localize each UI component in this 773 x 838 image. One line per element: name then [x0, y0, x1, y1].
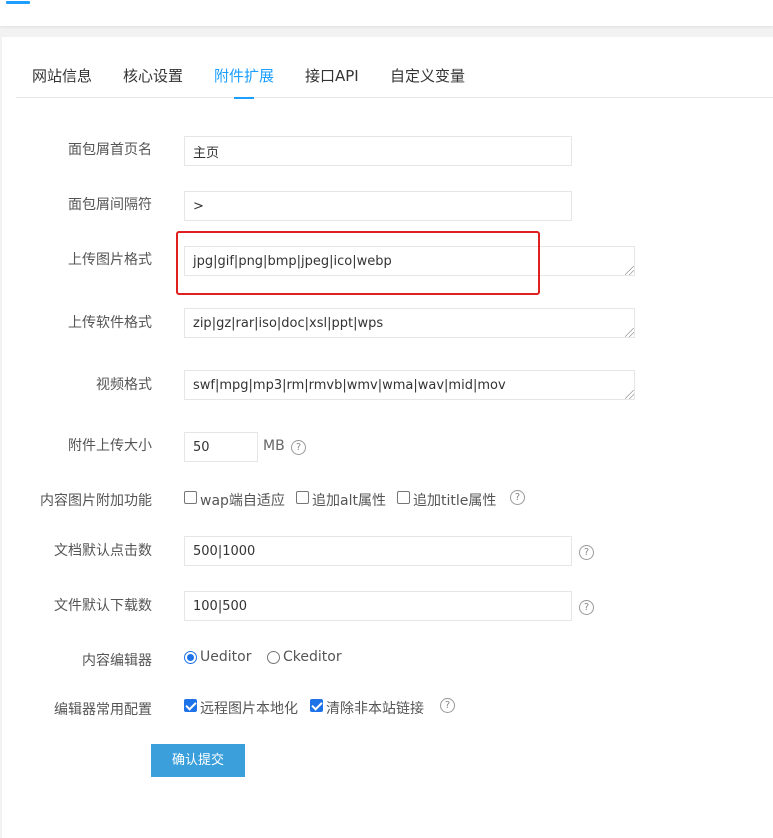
- doc-default-clicks-input[interactable]: [184, 536, 572, 566]
- append-alt-checkbox[interactable]: [296, 491, 309, 504]
- ckeditor-radio[interactable]: [267, 651, 280, 664]
- file-default-downloads-label: 文件默认下载数: [54, 598, 152, 614]
- remote-image-localize-checkbox[interactable]: [184, 699, 197, 712]
- upload-software-formats-textarea[interactable]: zip|gz|rar|iso|doc|xsl|ppt|wps: [184, 308, 635, 338]
- upload-size-input[interactable]: [184, 432, 258, 462]
- upload-image-formats-wrap: jpg|gif|png|bmp|jpeg|ico|webp: [184, 246, 635, 276]
- hamburger-menu-icon[interactable]: [6, 0, 30, 10]
- help-icon[interactable]: ?: [510, 490, 525, 505]
- clear-external-links-checkbox[interactable]: [310, 699, 323, 712]
- tab-core-settings[interactable]: 核心设置: [123, 65, 183, 86]
- upload-size-unit: MB: [263, 438, 285, 454]
- submit-button[interactable]: 确认提交: [151, 744, 245, 777]
- breadcrumb-separator-input[interactable]: [184, 191, 572, 221]
- append-title-label: 追加title属性: [413, 493, 497, 509]
- upload-image-formats-label: 上传图片格式: [68, 252, 152, 268]
- append-alt-label: 追加alt属性: [312, 493, 386, 509]
- upload-software-formats-wrap: zip|gz|rar|iso|doc|xsl|ppt|wps: [184, 308, 635, 338]
- help-icon[interactable]: ?: [579, 600, 594, 615]
- tab-site-info[interactable]: 网站信息: [32, 65, 92, 86]
- help-icon[interactable]: ?: [440, 698, 455, 713]
- tab-api[interactable]: 接口API: [305, 65, 359, 86]
- content-image-extra-label: 内容图片附加功能: [40, 493, 152, 509]
- video-formats-wrap: swf|mpg|mp3|rm|rmvb|wmv|wma|wav|mid|mov: [184, 370, 635, 400]
- wap-adaptive-checkbox[interactable]: [184, 491, 197, 504]
- settings-panel: 网站信息 核心设置 附件扩展 接口API 自定义变量 面包屑首页名 面包屑间隔符…: [2, 37, 773, 838]
- top-bar: [0, 0, 773, 26]
- breadcrumb-home-label: 面包屑首页名: [68, 142, 152, 158]
- upload-image-formats-textarea[interactable]: jpg|gif|png|bmp|jpeg|ico|webp: [184, 246, 635, 276]
- tab-custom-variables[interactable]: 自定义变量: [390, 65, 465, 86]
- ueditor-label: Ueditor: [200, 649, 252, 665]
- video-formats-textarea[interactable]: swf|mpg|mp3|rm|rmvb|wmv|wma|wav|mid|mov: [184, 370, 635, 400]
- help-icon[interactable]: ?: [579, 545, 594, 560]
- tab-attachment-extension[interactable]: 附件扩展: [214, 65, 274, 99]
- clear-external-links-label: 清除非本站链接: [326, 701, 424, 717]
- ueditor-radio[interactable]: [184, 651, 197, 664]
- video-formats-label: 视频格式: [96, 377, 152, 393]
- file-default-downloads-input[interactable]: [184, 591, 572, 621]
- editor-common-config-label: 编辑器常用配置: [54, 702, 152, 718]
- content-editor-label: 内容编辑器: [82, 653, 152, 669]
- help-icon[interactable]: ?: [291, 440, 306, 455]
- remote-image-localize-label: 远程图片本地化: [200, 701, 298, 717]
- doc-default-clicks-label: 文档默认点击数: [54, 543, 152, 559]
- upload-software-formats-label: 上传软件格式: [68, 315, 152, 331]
- breadcrumb-home-input[interactable]: [184, 136, 572, 166]
- settings-tabs: 网站信息 核心设置 附件扩展 接口API 自定义变量: [16, 37, 773, 99]
- ckeditor-label: Ckeditor: [283, 649, 342, 665]
- wap-adaptive-label: wap端自适应: [200, 493, 285, 509]
- append-title-checkbox[interactable]: [397, 491, 410, 504]
- breadcrumb-separator-label: 面包屑间隔符: [68, 197, 152, 213]
- upload-size-label: 附件上传大小: [68, 438, 152, 454]
